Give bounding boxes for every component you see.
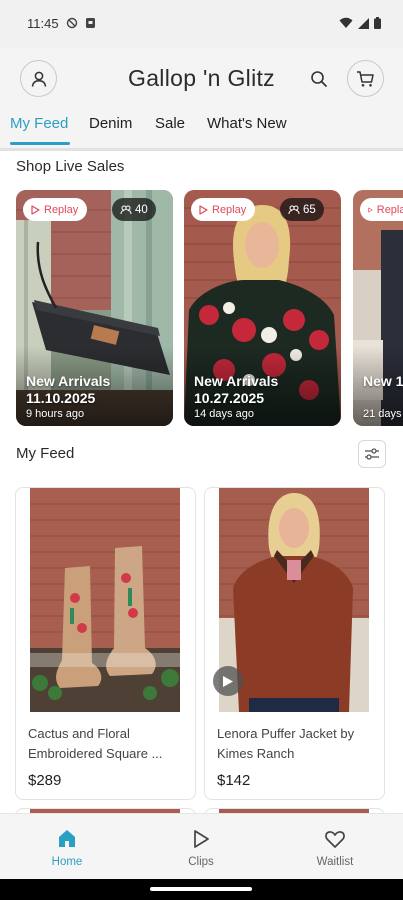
- play-outline-icon: [368, 207, 373, 212]
- active-tab-indicator: [10, 142, 70, 145]
- replay-badge: Replay: [360, 198, 403, 221]
- viewer-count: 65: [303, 203, 316, 216]
- live-sale-date: 11.10.2025: [26, 390, 96, 406]
- nav-home[interactable]: Home: [27, 828, 107, 868]
- notification-icon: [85, 16, 96, 34]
- cart-button[interactable]: [347, 60, 384, 97]
- play-icon: [223, 675, 233, 687]
- viewers-icon: [120, 205, 132, 214]
- play-outline-icon: [161, 828, 241, 852]
- replay-label: Replay: [44, 203, 79, 216]
- play-outline-icon: [199, 204, 208, 215]
- nav-waitlist[interactable]: Waitlist: [295, 828, 375, 868]
- play-video-button[interactable]: [213, 666, 243, 696]
- live-sale-time-ago: 14 days ago: [194, 408, 254, 420]
- live-sale-card[interactable]: Replay 40 New Arrivals 11.10.2025 9 hour…: [16, 190, 173, 426]
- product-name: Cactus and Floral Embroidered Square ...: [28, 726, 163, 761]
- replay-badge: Replay: [191, 198, 256, 221]
- live-sale-time-ago: 9 hours ago: [26, 408, 85, 420]
- live-sales-title: Shop Live Sales: [16, 158, 125, 175]
- nav-waitlist-label: Waitlist: [316, 856, 354, 868]
- search-button[interactable]: [308, 68, 330, 90]
- live-sale-title: New Arrivals: [194, 373, 279, 389]
- tab-sale[interactable]: Sale: [155, 114, 185, 148]
- replay-label: Replay: [212, 203, 247, 216]
- battery-icon: [374, 16, 381, 34]
- live-sale-title: New Arrivals: [26, 373, 111, 389]
- dnd-icon: [66, 16, 78, 34]
- product-card[interactable]: Cactus and Floral Embroidered Square ...…: [15, 487, 196, 800]
- viewer-count-badge: 65: [280, 198, 324, 221]
- live-sale-card[interactable]: Replay New 1 21 days a: [353, 190, 403, 426]
- replay-label: Replay: [376, 203, 403, 216]
- heart-outline-icon: [295, 828, 375, 852]
- sliders-icon: [365, 448, 379, 460]
- app-title: Gallop 'n Glitz: [128, 65, 275, 91]
- gesture-handle[interactable]: [150, 887, 252, 891]
- viewer-count: 40: [135, 203, 148, 216]
- viewer-count-badge: 40: [112, 198, 156, 221]
- product-name: Lenora Puffer Jacket by Kimes Ranch: [217, 726, 355, 761]
- live-sale-time-ago: 21 days a: [363, 408, 403, 420]
- signal-icon: [358, 16, 369, 34]
- product-price: $289: [28, 772, 62, 789]
- tabs-divider: [0, 148, 403, 151]
- product-image: [30, 488, 180, 712]
- wifi-icon: [339, 16, 353, 34]
- feed-title: My Feed: [16, 445, 75, 462]
- nav-home-label: Home: [51, 856, 83, 868]
- live-sale-date: 10.27.2025: [194, 390, 265, 406]
- tab-whats-new[interactable]: What's New: [207, 114, 287, 148]
- system-gesture-bar: [0, 879, 403, 900]
- category-tabs: My Feed Denim Sale What's New: [0, 114, 403, 148]
- status-bar: 11:45: [0, 0, 403, 48]
- live-sale-title: New 1: [363, 373, 403, 389]
- product-price: $142: [217, 772, 251, 789]
- nav-clips-label: Clips: [188, 856, 214, 868]
- play-outline-icon: [31, 204, 40, 215]
- status-time: 11:45: [27, 16, 59, 31]
- replay-badge: Replay: [23, 198, 88, 221]
- search-icon: [311, 71, 327, 87]
- product-card[interactable]: Lenora Puffer Jacket by Kimes Ranch $142: [204, 487, 385, 800]
- home-icon: [27, 828, 107, 852]
- app-header: Gallop 'n Glitz My Feed Denim Sale What'…: [0, 48, 403, 148]
- cart-icon: [357, 70, 374, 87]
- viewers-icon: [288, 205, 300, 214]
- bottom-navigation: Home Clips Waitlist: [0, 813, 403, 879]
- filter-button[interactable]: [358, 440, 386, 468]
- live-sale-card[interactable]: Replay 65 New Arrivals 10.27.2025 14 day…: [184, 190, 341, 426]
- tab-denim[interactable]: Denim: [89, 114, 132, 148]
- nav-clips[interactable]: Clips: [161, 828, 241, 868]
